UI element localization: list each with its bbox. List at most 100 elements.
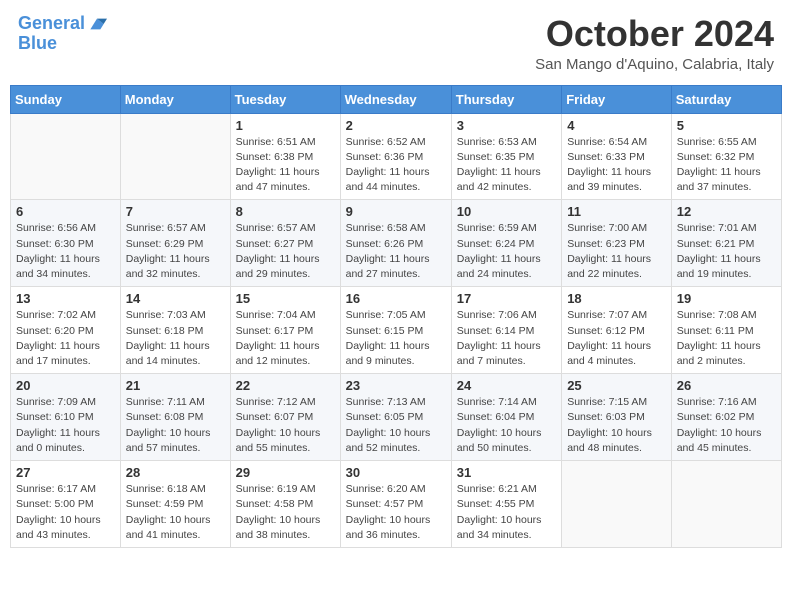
day-info: Sunrise: 7:11 AMSunset: 6:08 PMDaylight:… — [126, 395, 225, 456]
calendar-cell: 29 Sunrise: 6:19 AMSunset: 4:58 PMDayligh… — [230, 461, 340, 548]
day-info: Sunrise: 7:04 AMSunset: 6:17 PMDaylight:… — [236, 308, 335, 369]
day-number: 22 — [236, 378, 335, 393]
day-info: Sunrise: 7:02 AMSunset: 6:20 PMDaylight:… — [16, 308, 115, 369]
day-number: 17 — [457, 291, 556, 306]
week-row-5: 27Sunrise: 6:17 AMSunset: 5:00 PMDayligh… — [11, 461, 782, 548]
day-number: 12 — [677, 204, 776, 219]
day-info: Sunrise: 6:52 AMSunset: 6:36 PMDaylight:… — [346, 135, 446, 196]
day-number: 31 — [457, 465, 556, 480]
day-number: 10 — [457, 204, 556, 219]
calendar-cell: 7 Sunrise: 6:57 AMSunset: 6:29 PMDaylight… — [120, 200, 230, 287]
day-info: Sunrise: 6:54 AMSunset: 6:33 PMDaylight:… — [567, 135, 666, 196]
calendar-cell: 6Sunrise: 6:56 AMSunset: 6:30 PMDaylight… — [11, 200, 121, 287]
day-info: Sunrise: 6:59 AMSunset: 6:24 PMDaylight:… — [457, 221, 556, 282]
calendar-cell: 15Sunrise: 7:04 AMSunset: 6:17 PMDayligh… — [230, 287, 340, 374]
day-number: 11 — [567, 204, 666, 219]
calendar-cell: 31 Sunrise: 6:21 AMSunset: 4:55 PMDayligh… — [451, 461, 561, 548]
day-number: 27 — [16, 465, 115, 480]
day-number: 25 — [567, 378, 666, 393]
calendar-cell: 4 Sunrise: 6:54 AMSunset: 6:33 PMDaylight… — [562, 113, 672, 200]
calendar-cell: 11 Sunrise: 7:00 AMSunset: 6:23 PMDayligh… — [562, 200, 672, 287]
day-info: Sunrise: 7:08 AMSunset: 6:11 PMDaylight:… — [677, 308, 776, 369]
day-info: Sunrise: 6:21 AMSunset: 4:55 PMDaylight:… — [457, 482, 556, 543]
day-info: Sunrise: 7:01 AMSunset: 6:21 PMDaylight:… — [677, 221, 776, 282]
month-title: October 2024 — [535, 14, 774, 54]
day-number: 26 — [677, 378, 776, 393]
day-number: 30 — [346, 465, 446, 480]
day-number: 14 — [126, 291, 225, 306]
calendar-cell — [120, 113, 230, 200]
calendar-cell: 12 Sunrise: 7:01 AMSunset: 6:21 PMDayligh… — [671, 200, 781, 287]
day-number: 28 — [126, 465, 225, 480]
day-number: 2 — [346, 118, 446, 133]
calendar-cell: 13 Sunrise: 7:02 AMSunset: 6:20 PMDayligh… — [11, 287, 121, 374]
day-info: Sunrise: 6:56 AMSunset: 6:30 PMDaylight:… — [16, 221, 115, 282]
day-info: Sunrise: 7:07 AMSunset: 6:12 PMDaylight:… — [567, 308, 666, 369]
weekday-header-monday: Monday — [120, 85, 230, 113]
calendar-cell: 24 Sunrise: 7:14 AMSunset: 6:04 PMDayligh… — [451, 374, 561, 461]
day-info: Sunrise: 6:57 AMSunset: 6:27 PMDaylight:… — [236, 221, 335, 282]
day-info: Sunrise: 7:12 AMSunset: 6:07 PMDaylight:… — [236, 395, 335, 456]
calendar-cell: 30 Sunrise: 6:20 AMSunset: 4:57 PMDayligh… — [340, 461, 451, 548]
calendar-cell — [11, 113, 121, 200]
location-title: San Mango d'Aquino, Calabria, Italy — [535, 56, 774, 73]
weekday-header-friday: Friday — [562, 85, 672, 113]
calendar-cell: 23Sunrise: 7:13 AMSunset: 6:05 PMDayligh… — [340, 374, 451, 461]
day-number: 20 — [16, 378, 115, 393]
day-number: 4 — [567, 118, 666, 133]
calendar-cell — [671, 461, 781, 548]
calendar-cell: 14Sunrise: 7:03 AMSunset: 6:18 PMDayligh… — [120, 287, 230, 374]
day-info: Sunrise: 6:19 AMSunset: 4:58 PMDaylight:… — [236, 482, 335, 543]
day-number: 1 — [236, 118, 335, 133]
day-number: 18 — [567, 291, 666, 306]
calendar-cell: 21 Sunrise: 7:11 AMSunset: 6:08 PMDayligh… — [120, 374, 230, 461]
day-number: 7 — [126, 204, 225, 219]
logo-line1: General — [18, 13, 85, 33]
calendar-cell: 16Sunrise: 7:05 AMSunset: 6:15 PMDayligh… — [340, 287, 451, 374]
day-number: 19 — [677, 291, 776, 306]
calendar-cell: 17 Sunrise: 7:06 AMSunset: 6:14 PMDayligh… — [451, 287, 561, 374]
calendar-cell: 28 Sunrise: 6:18 AMSunset: 4:59 PMDayligh… — [120, 461, 230, 548]
logo: General Blue — [18, 14, 107, 54]
week-row-1: 1Sunrise: 6:51 AMSunset: 6:38 PMDaylight… — [11, 113, 782, 200]
day-number: 3 — [457, 118, 556, 133]
calendar-table: SundayMondayTuesdayWednesdayThursdayFrid… — [10, 85, 782, 548]
weekday-header-thursday: Thursday — [451, 85, 561, 113]
title-block: October 2024 San Mango d'Aquino, Calabri… — [535, 14, 774, 73]
calendar-cell: 20 Sunrise: 7:09 AMSunset: 6:10 PMDayligh… — [11, 374, 121, 461]
day-number: 24 — [457, 378, 556, 393]
calendar-cell: 9 Sunrise: 6:58 AMSunset: 6:26 PMDaylight… — [340, 200, 451, 287]
day-info: Sunrise: 6:55 AMSunset: 6:32 PMDaylight:… — [677, 135, 776, 196]
calendar-cell: 2 Sunrise: 6:52 AMSunset: 6:36 PMDaylight… — [340, 113, 451, 200]
day-number: 21 — [126, 378, 225, 393]
calendar-cell: 27Sunrise: 6:17 AMSunset: 5:00 PMDayligh… — [11, 461, 121, 548]
calendar-cell: 26Sunrise: 7:16 AMSunset: 6:02 PMDayligh… — [671, 374, 781, 461]
weekday-header-row: SundayMondayTuesdayWednesdayThursdayFrid… — [11, 85, 782, 113]
calendar-cell: 3Sunrise: 6:53 AMSunset: 6:35 PMDaylight… — [451, 113, 561, 200]
weekday-header-tuesday: Tuesday — [230, 85, 340, 113]
page-header: General Blue October 2024 San Mango d'Aq… — [10, 10, 782, 77]
weekday-header-saturday: Saturday — [671, 85, 781, 113]
day-info: Sunrise: 7:09 AMSunset: 6:10 PMDaylight:… — [16, 395, 115, 456]
day-number: 9 — [346, 204, 446, 219]
day-info: Sunrise: 6:58 AMSunset: 6:26 PMDaylight:… — [346, 221, 446, 282]
day-info: Sunrise: 7:06 AMSunset: 6:14 PMDaylight:… — [457, 308, 556, 369]
logo-icon — [87, 14, 107, 34]
logo-text: General — [18, 14, 85, 34]
logo-line2: Blue — [18, 34, 107, 54]
day-info: Sunrise: 7:00 AMSunset: 6:23 PMDaylight:… — [567, 221, 666, 282]
day-info: Sunrise: 6:18 AMSunset: 4:59 PMDaylight:… — [126, 482, 225, 543]
day-number: 29 — [236, 465, 335, 480]
day-info: Sunrise: 7:14 AMSunset: 6:04 PMDaylight:… — [457, 395, 556, 456]
calendar-cell: 19 Sunrise: 7:08 AMSunset: 6:11 PMDayligh… — [671, 287, 781, 374]
day-number: 13 — [16, 291, 115, 306]
day-info: Sunrise: 6:20 AMSunset: 4:57 PMDaylight:… — [346, 482, 446, 543]
calendar-cell: 8Sunrise: 6:57 AMSunset: 6:27 PMDaylight… — [230, 200, 340, 287]
calendar-cell — [562, 461, 672, 548]
day-number: 23 — [346, 378, 446, 393]
calendar-cell: 25Sunrise: 7:15 AMSunset: 6:03 PMDayligh… — [562, 374, 672, 461]
weekday-header-wednesday: Wednesday — [340, 85, 451, 113]
day-info: Sunrise: 6:57 AMSunset: 6:29 PMDaylight:… — [126, 221, 225, 282]
calendar-cell: 5Sunrise: 6:55 AMSunset: 6:32 PMDaylight… — [671, 113, 781, 200]
weekday-header-sunday: Sunday — [11, 85, 121, 113]
